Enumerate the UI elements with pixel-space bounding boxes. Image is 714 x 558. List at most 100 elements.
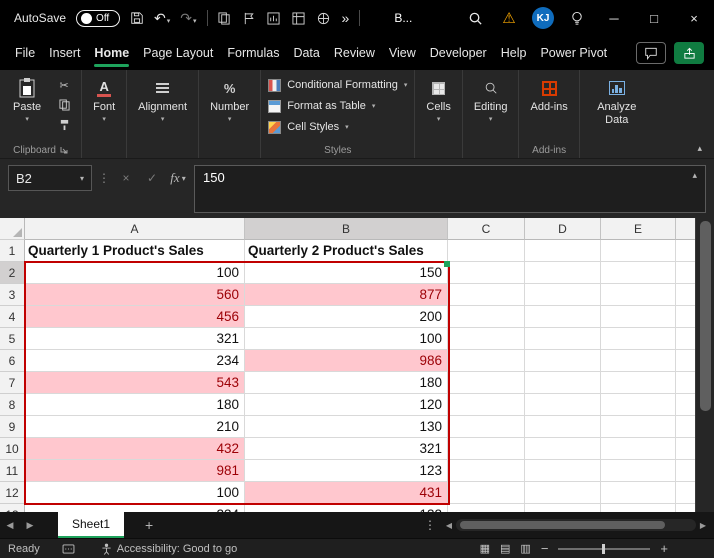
flag-button[interactable]	[243, 12, 255, 25]
formula-bar-splitter[interactable]: ⋮	[98, 165, 110, 191]
cells-group-button[interactable]: Cells ▾	[422, 75, 454, 125]
cell-D7[interactable]	[525, 372, 601, 394]
add-ins-button[interactable]: Add-ins	[526, 75, 571, 115]
close-button[interactable]: ×	[674, 0, 714, 36]
cell-C4[interactable]	[448, 306, 525, 328]
tab-review[interactable]: Review	[327, 36, 382, 70]
cell-E12[interactable]	[601, 482, 676, 504]
cell-A3[interactable]: 560	[25, 284, 245, 306]
collapse-ribbon-icon[interactable]: ▴	[697, 143, 702, 154]
cell-F3[interactable]	[676, 284, 695, 306]
cell-D4[interactable]	[525, 306, 601, 328]
alerts-button[interactable]: ⚠	[492, 0, 526, 36]
editing-group-button[interactable]: Editing ▾	[470, 75, 512, 125]
horizontal-scrollbar-track[interactable]	[456, 519, 696, 531]
font-group-button[interactable]: A Font ▾	[89, 75, 119, 125]
horizontal-scrollbar[interactable]: ◀ ▶	[442, 519, 710, 531]
sheet-nav-left-icon[interactable]: ◀	[0, 520, 20, 531]
accessibility-status[interactable]: Accessibility: Good to go	[101, 543, 237, 555]
sheet-nav-right-icon[interactable]: ▶	[20, 520, 40, 531]
cell-F4[interactable]	[676, 306, 695, 328]
row-header-2[interactable]: 2	[0, 262, 25, 284]
comments-button[interactable]	[636, 42, 666, 64]
cell-A10[interactable]: 432	[25, 438, 245, 460]
tab-data[interactable]: Data	[286, 36, 326, 70]
cell-A6[interactable]: 234	[25, 350, 245, 372]
column-header-D[interactable]: D	[525, 218, 601, 240]
cell-C12[interactable]	[448, 482, 525, 504]
account-button[interactable]: KJ	[526, 0, 560, 36]
paste-button[interactable]: Paste ▾	[7, 75, 47, 133]
insert-function-button[interactable]: fx▾	[168, 165, 188, 191]
save-button[interactable]	[130, 11, 144, 25]
cell-B2[interactable]: 150	[245, 262, 448, 284]
formula-bar-collapse-icon[interactable]: ▴	[692, 170, 697, 181]
copy-button[interactable]	[218, 12, 231, 25]
tab-insert[interactable]: Insert	[42, 36, 87, 70]
tab-help[interactable]: Help	[494, 36, 534, 70]
cell-A2[interactable]: 100	[25, 262, 245, 284]
row-header-4[interactable]: 4	[0, 306, 25, 328]
view-page-layout-button[interactable]: ▤	[500, 542, 510, 555]
format-as-table-button[interactable]: Format as Table ▾	[268, 96, 375, 116]
tab-file[interactable]: File	[8, 36, 42, 70]
row-header-3[interactable]: 3	[0, 284, 25, 306]
cell-F1[interactable]	[676, 240, 695, 262]
row-header-1[interactable]: 1	[0, 240, 25, 262]
redo-button[interactable]: ↷▾	[180, 11, 196, 25]
chart-button[interactable]	[267, 12, 280, 25]
cell-F7[interactable]	[676, 372, 695, 394]
cell-C7[interactable]	[448, 372, 525, 394]
cell-D13[interactable]	[525, 504, 601, 512]
zoom-out-button[interactable]: −	[541, 541, 549, 556]
zoom-in-button[interactable]: +	[660, 541, 668, 556]
copy-button[interactable]	[54, 97, 74, 113]
tab-developer[interactable]: Developer	[423, 36, 494, 70]
cell-B10[interactable]: 321	[245, 438, 448, 460]
format-painter-button[interactable]	[54, 117, 74, 133]
cell-E5[interactable]	[601, 328, 676, 350]
cell-C8[interactable]	[448, 394, 525, 416]
cell-B7[interactable]: 180	[245, 372, 448, 394]
conditional-formatting-button[interactable]: Conditional Formatting ▾	[268, 75, 407, 95]
share-button[interactable]	[674, 42, 704, 64]
cell-A12[interactable]: 100	[25, 482, 245, 504]
cell-E1[interactable]	[601, 240, 676, 262]
hscroll-left-icon[interactable]: ◀	[442, 521, 456, 530]
cell-E3[interactable]	[601, 284, 676, 306]
column-header-B[interactable]: B	[245, 218, 448, 240]
cell-D2[interactable]	[525, 262, 601, 284]
cell-D9[interactable]	[525, 416, 601, 438]
sheet-options-icon[interactable]: ⋮	[418, 518, 442, 532]
cell-D11[interactable]	[525, 460, 601, 482]
cell-D10[interactable]	[525, 438, 601, 460]
cell-E8[interactable]	[601, 394, 676, 416]
cell-D12[interactable]	[525, 482, 601, 504]
row-header-12[interactable]: 12	[0, 482, 25, 504]
alignment-group-button[interactable]: Alignment ▾	[134, 75, 191, 125]
cell-E2[interactable]	[601, 262, 676, 284]
cell-A13[interactable]: 234	[25, 504, 245, 512]
cell-B6[interactable]: 986	[245, 350, 448, 372]
cell-A9[interactable]: 210	[25, 416, 245, 438]
row-header-8[interactable]: 8	[0, 394, 25, 416]
cell-A8[interactable]: 180	[25, 394, 245, 416]
cell-D3[interactable]	[525, 284, 601, 306]
horizontal-scrollbar-thumb[interactable]	[460, 521, 665, 529]
view-page-break-button[interactable]: ▥	[520, 542, 530, 555]
zoom-slider-thumb[interactable]	[602, 544, 605, 554]
cell-A5[interactable]: 321	[25, 328, 245, 350]
cell-C13[interactable]	[448, 504, 525, 512]
cell-B11[interactable]: 123	[245, 460, 448, 482]
cell-D1[interactable]	[525, 240, 601, 262]
tab-view[interactable]: View	[382, 36, 423, 70]
cell-C2[interactable]	[448, 262, 525, 284]
new-sheet-button[interactable]: +	[134, 517, 164, 533]
cell-E4[interactable]	[601, 306, 676, 328]
tab-formulas[interactable]: Formulas	[220, 36, 286, 70]
column-header-A[interactable]: A	[25, 218, 245, 240]
tab-power-pivot[interactable]: Power Pivot	[533, 36, 614, 70]
cell-F10[interactable]	[676, 438, 695, 460]
cell-C9[interactable]	[448, 416, 525, 438]
cell-C6[interactable]	[448, 350, 525, 372]
